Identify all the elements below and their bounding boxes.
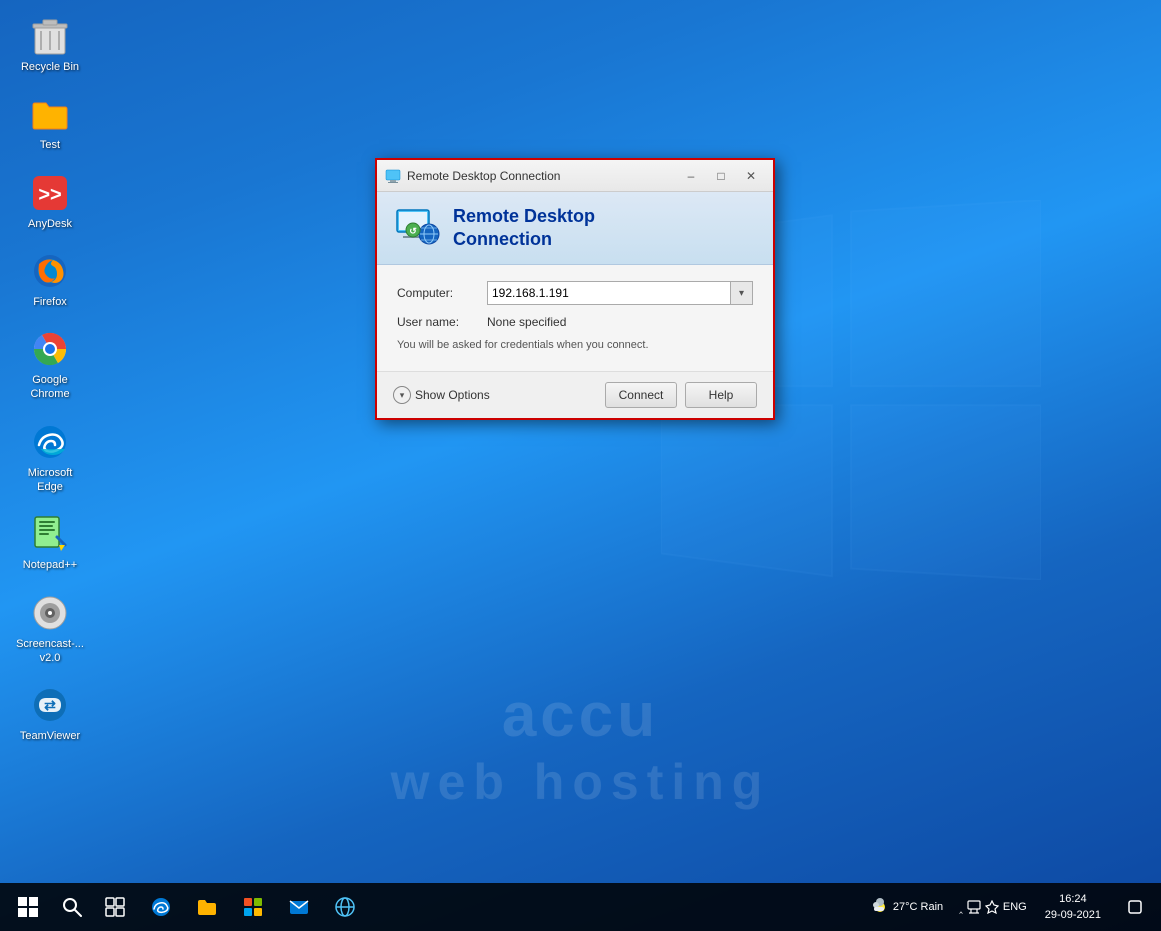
taskbar-mail-button[interactable] <box>277 885 321 929</box>
tray-chevron[interactable]: ‸ <box>959 901 963 914</box>
teamviewer-image: ⇄ <box>30 685 70 725</box>
test-image <box>30 94 70 134</box>
clock-time: 16:24 <box>1045 891 1101 908</box>
icon-screencast[interactable]: Screencast-...v2.0 <box>10 587 90 672</box>
icon-test[interactable]: Test <box>10 88 90 158</box>
taskbar-explorer-button[interactable] <box>185 885 229 929</box>
computer-field: Computer: ▾ <box>397 281 753 305</box>
taskbar-clock[interactable]: 16:24 29-09-2021 <box>1037 891 1109 924</box>
desktop-icon-area: Recycle Bin Test >> AnyDesk <box>10 10 90 750</box>
task-view-button[interactable] <box>93 885 137 929</box>
taskbar-edge-button[interactable] <box>139 885 183 929</box>
test-label: Test <box>40 138 60 152</box>
desktop: accu web hosting Recycle Bin <box>0 0 1161 931</box>
icon-teamviewer[interactable]: ⇄ TeamViewer <box>10 679 90 749</box>
dialog-minimize-button[interactable]: – <box>677 165 705 187</box>
taskbar: 27°C Rain ‸ ENG 16:24 29-09-2021 <box>0 883 1161 931</box>
dialog-header-line2: Connection <box>453 228 595 251</box>
recycle-bin-image <box>30 16 70 56</box>
taskbar-ie-button[interactable] <box>323 885 367 929</box>
anydesk-label: AnyDesk <box>28 217 72 231</box>
screencast-image <box>30 593 70 633</box>
username-label: User name: <box>397 315 487 329</box>
taskbar-store-button[interactable] <box>231 885 275 929</box>
dialog-body: Computer: ▾ User name: None specified Yo… <box>377 265 773 371</box>
computer-label: Computer: <box>397 286 487 300</box>
dialog-header-icon: ↺ <box>393 204 441 252</box>
notepadpp-image <box>30 514 70 554</box>
computer-input-wrap[interactable]: ▾ <box>487 281 753 305</box>
dialog-header-line1: Remote Desktop <box>453 205 595 228</box>
dialog-footer-buttons: Connect Help <box>605 382 757 408</box>
icon-edge[interactable]: Microsoft Edge <box>10 416 90 501</box>
notification-button[interactable] <box>1113 883 1157 931</box>
firefox-image <box>30 251 70 291</box>
dialog-title-icon <box>385 168 401 184</box>
screencast-label: Screencast-...v2.0 <box>16 637 84 666</box>
taskbar-right-area: 27°C Rain ‸ ENG 16:24 29-09-2021 <box>865 883 1157 931</box>
dialog-footer: ▾ Show Options Connect Help <box>377 371 773 418</box>
icon-firefox[interactable]: Firefox <box>10 245 90 315</box>
chrome-label: Google Chrome <box>14 373 86 402</box>
language-text: ENG <box>1003 901 1027 913</box>
firefox-label: Firefox <box>33 295 67 309</box>
username-field: User name: None specified <box>397 315 753 329</box>
edge-image <box>30 422 70 462</box>
anydesk-image: >> <box>30 173 70 213</box>
icon-notepadpp[interactable]: Notepad++ <box>10 508 90 578</box>
chrome-image <box>30 329 70 369</box>
svg-text:>>: >> <box>38 184 61 206</box>
dialog-titlebar: Remote Desktop Connection – □ ✕ <box>377 160 773 192</box>
dialog-header: ↺ Remote Desktop Connection <box>377 192 773 265</box>
system-tray[interactable]: ‸ ENG <box>953 900 1033 914</box>
connect-button[interactable]: Connect <box>605 382 677 408</box>
notepadpp-label: Notepad++ <box>23 558 77 572</box>
dialog-title-text: Remote Desktop Connection <box>407 169 677 183</box>
watermark-hosting: web hosting <box>80 753 1081 811</box>
show-options-label: Show Options <box>415 388 490 402</box>
show-options-button[interactable]: ▾ Show Options <box>393 386 490 404</box>
edge-label: Microsoft Edge <box>14 466 86 495</box>
dialog-close-button[interactable]: ✕ <box>737 165 765 187</box>
watermark-accu: accu <box>80 680 1081 751</box>
computer-input[interactable] <box>488 284 730 302</box>
username-value: None specified <box>487 315 566 329</box>
icon-recycle-bin[interactable]: Recycle Bin <box>10 10 90 80</box>
rdp-dialog: Remote Desktop Connection – □ ✕ <box>375 158 775 420</box>
weather-text: 27°C Rain <box>893 901 943 913</box>
dialog-window-controls: – □ ✕ <box>677 165 765 187</box>
computer-dropdown-button[interactable]: ▾ <box>730 282 752 304</box>
start-button[interactable] <box>4 883 52 931</box>
dialog-note: You will be asked for credentials when y… <box>397 339 753 351</box>
clock-date: 29-09-2021 <box>1045 907 1101 924</box>
icon-google-chrome[interactable]: Google Chrome <box>10 323 90 408</box>
teamviewer-label: TeamViewer <box>20 729 80 743</box>
dialog-header-title: Remote Desktop Connection <box>453 205 595 252</box>
recycle-bin-label: Recycle Bin <box>21 60 79 74</box>
taskbar-weather[interactable]: 27°C Rain <box>865 898 949 916</box>
icon-anydesk[interactable]: >> AnyDesk <box>10 167 90 237</box>
dialog-maximize-button[interactable]: □ <box>707 165 735 187</box>
search-button[interactable] <box>54 889 90 925</box>
show-options-icon: ▾ <box>393 386 411 404</box>
help-button[interactable]: Help <box>685 382 757 408</box>
svg-text:⇄: ⇄ <box>44 697 56 713</box>
svg-text:↺: ↺ <box>409 226 417 236</box>
